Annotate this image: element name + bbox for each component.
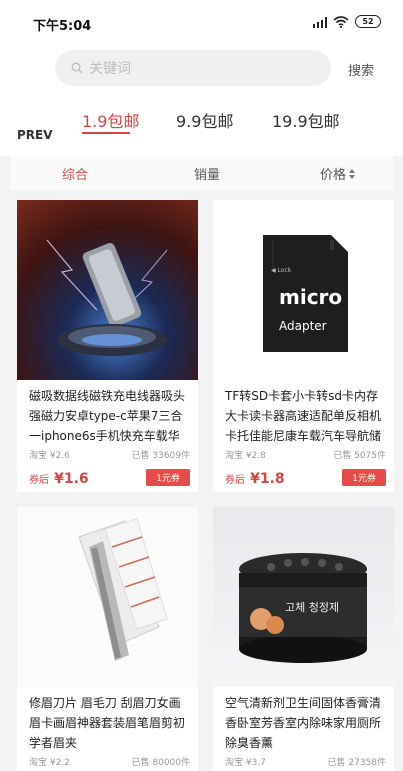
product-meta: 淘宝 ¥3.7 已售 27358件 xyxy=(225,755,386,768)
after-coupon-label: 券后 xyxy=(225,475,245,486)
active-tab-indicator xyxy=(82,132,130,134)
product-image-sd-adapter: ◀ Lock micro SD Adapter xyxy=(213,200,394,380)
search-placeholder: 关键词 xyxy=(89,61,131,77)
micro-sd-logo: micro SD xyxy=(279,285,380,309)
product-card[interactable]: 고체 청정제 空气清新剂卫生间固体香膏清香卧室芳香室内除味家用厕所除臭香薰 淘宝… xyxy=(213,507,394,771)
tab-19-9[interactable]: 19.9包邮 xyxy=(272,108,340,132)
status-icons: 52 xyxy=(312,15,381,28)
product-meta: 淘宝 ¥2.2 已售 80000件 xyxy=(29,755,190,768)
sold-count: 已售 33609件 xyxy=(131,451,191,461)
product-title: 空气清新剂卫生间固体香膏清香卧室芳香室内除味家用厕所除臭香薰 xyxy=(225,696,382,750)
search-input[interactable]: 关键词 xyxy=(55,50,331,86)
product-image-magnetic-cable xyxy=(17,200,198,380)
coupon-price: ¥1.6 xyxy=(54,471,89,487)
status-bar: 下午5:04 52 xyxy=(0,0,403,44)
product-card[interactable]: 磁吸数据线磁铁充电线器吸头强磁力安卓type-c苹果7三合一iphone6s手机… xyxy=(17,200,198,492)
signal-icon xyxy=(312,16,327,28)
coupon-badge[interactable]: 1元券 xyxy=(342,469,386,486)
sold-count: 已售 80000件 xyxy=(131,758,191,768)
wifi-icon xyxy=(333,15,349,28)
tab-1-9[interactable]: 1.9包邮 xyxy=(82,108,139,132)
tab-9-9[interactable]: 9.9包邮 xyxy=(176,108,233,132)
sort-price-label: 价格 xyxy=(320,168,347,183)
status-time: 下午5:04 xyxy=(33,19,92,34)
product-image-air-freshener: 고체 청정제 xyxy=(213,507,394,687)
product-title: TF转SD卡套小卡转sd卡内存大卡读卡器高速适配单反相机卡托佳能尼康车载汽车导航… xyxy=(225,389,382,443)
search-icon xyxy=(71,62,83,74)
product-title: 磁吸数据线磁铁充电线器吸头强磁力安卓type-c苹果7三合一iphone6s手机… xyxy=(29,389,186,443)
product-image-eyebrow-razor xyxy=(17,507,198,687)
product-title: 修眉刀片 眉毛刀 刮眉刀女画眉卡画眉神器套装眉笔眉剪初学者眉夹 xyxy=(29,696,186,750)
prev-button[interactable]: PREV xyxy=(17,128,53,142)
price-row: 券后 ¥1.6 1元券 xyxy=(29,468,190,487)
price-row: 券后 ¥1.8 1元券 xyxy=(225,468,386,487)
sold-count: 已售 5075件 xyxy=(333,451,386,461)
sort-arrows-icon xyxy=(349,168,356,179)
adapter-label: Adapter xyxy=(279,319,327,333)
product-card[interactable]: 修眉刀片 眉毛刀 刮眉刀女画眉卡画眉神器套装眉笔眉剪初学者眉夹 淘宝 ¥2.2 … xyxy=(17,507,198,771)
search-button[interactable]: 搜索 xyxy=(348,60,374,79)
after-coupon-label: 券后 xyxy=(29,475,49,486)
original-price: 淘宝 ¥2.2 xyxy=(29,758,70,768)
sort-general[interactable]: 综合 xyxy=(62,164,88,183)
freshener-label: 고체 청정제 xyxy=(285,601,339,614)
original-price: 淘宝 ¥2.8 xyxy=(225,451,266,461)
product-card[interactable]: ◀ Lock micro SD Adapter TF转SD卡套小卡转sd卡内存大… xyxy=(213,200,394,492)
coupon-badge[interactable]: 1元券 xyxy=(146,469,190,486)
sort-bar: 综合 销量 价格 xyxy=(10,156,393,190)
battery-icon: 52 xyxy=(355,15,381,28)
lock-label: ◀ Lock xyxy=(271,267,292,274)
sort-price[interactable]: 价格 xyxy=(320,164,356,183)
sold-count: 已售 27358件 xyxy=(327,758,387,768)
sort-sales[interactable]: 销量 xyxy=(194,164,220,183)
product-meta: 淘宝 ¥2.8 已售 5075件 xyxy=(225,448,386,461)
header: 关键词 搜索 1.9包邮 9.9包邮 19.9包邮 PREV xyxy=(0,44,403,156)
coupon-price: ¥1.8 xyxy=(250,471,285,487)
original-price: 淘宝 ¥2.6 xyxy=(29,451,70,461)
original-price: 淘宝 ¥3.7 xyxy=(225,758,266,768)
product-meta: 淘宝 ¥2.6 已售 33609件 xyxy=(29,448,190,461)
